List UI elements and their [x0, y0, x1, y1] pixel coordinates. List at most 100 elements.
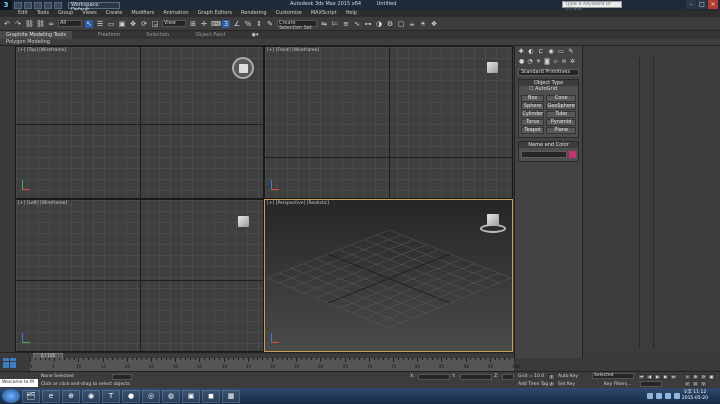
geometry-icon[interactable]: ● — [519, 58, 524, 65]
maximize-button[interactable]: □ — [697, 0, 707, 9]
viewcube-top-icon[interactable] — [232, 57, 254, 79]
taskbar-app-icon[interactable]: ▣ — [182, 389, 200, 403]
workspace-dropdown[interactable]: Workspace: Default — [68, 1, 120, 12]
move-icon[interactable]: ✥ — [129, 20, 137, 28]
schematic-view-icon[interactable]: ⊶ — [364, 20, 372, 28]
tab-freeform[interactable]: Freeform — [92, 31, 120, 39]
menu-maxscript[interactable]: MAXScript — [311, 10, 337, 17]
menu-rendering[interactable]: Rendering — [241, 10, 267, 17]
minimize-button[interactable]: – — [686, 0, 696, 9]
select-manipulate-icon[interactable]: ✛ — [200, 20, 208, 28]
maximize-viewport-icon[interactable]: ▣ — [708, 374, 715, 380]
menu-customize[interactable]: Customize — [276, 10, 302, 17]
previous-frame-icon[interactable]: ◀ — [646, 374, 653, 380]
taskbar-app-icon[interactable]: ⊕ — [62, 389, 80, 403]
taskbar-app-icon[interactable]: ● — [122, 389, 140, 403]
goto-end-icon[interactable]: ⏭ — [670, 374, 677, 380]
undo-icon[interactable]: ↶ — [3, 20, 11, 28]
percent-snap-icon[interactable]: % — [244, 20, 252, 28]
walk-through-icon[interactable]: ⚲ — [700, 381, 707, 387]
tab-graphite-modeling-tools[interactable]: Graphite Modeling Tools — [0, 31, 73, 39]
start-button[interactable] — [2, 389, 20, 403]
hierarchy-tab-icon[interactable]: ⊏ — [537, 48, 545, 55]
create-tab-icon[interactable]: ✚ — [517, 48, 525, 55]
shapes-icon[interactable]: ◔ — [527, 58, 532, 65]
new-file-icon[interactable] — [14, 1, 22, 9]
close-button[interactable]: ✕ — [708, 0, 718, 9]
taskbar-app-icon[interactable]: ◉ — [82, 389, 100, 403]
viewport-front[interactable]: [+] [Front] [Wireframe] — [264, 46, 513, 199]
curve-editor-icon[interactable]: ∿ — [353, 20, 361, 28]
add-time-tag-button[interactable]: Add Time Tag — [518, 382, 548, 387]
menu-modifiers[interactable]: Modifiers — [131, 10, 154, 17]
select-object-icon[interactable]: ↖ — [85, 19, 93, 28]
viewport-label-front[interactable]: [+] [Front] [Wireframe] — [267, 48, 319, 53]
viewport-label-top[interactable]: [+] [Top] [Wireframe] — [18, 48, 66, 53]
named-selection-sets-dropdown[interactable]: Create Selection Set — [277, 20, 317, 31]
align-icon[interactable]: ⊨ — [331, 20, 339, 28]
save-file-icon[interactable] — [34, 1, 42, 9]
tab-selection[interactable]: Selection — [140, 31, 169, 39]
ribbon-panel-label[interactable]: Polygon Modeling — [0, 39, 720, 46]
torus-button[interactable]: Torus — [521, 119, 545, 126]
tray-icon[interactable] — [665, 393, 671, 399]
autogrid-checkbox[interactable]: ☐ AutoGrid — [519, 86, 578, 93]
taskbar-app-icon[interactable]: ◎ — [142, 389, 160, 403]
teapot-button[interactable]: Teapot — [521, 127, 545, 134]
display-tab-icon[interactable]: ▭ — [557, 48, 565, 55]
geosphere-button[interactable]: GeoSphere — [546, 103, 576, 110]
cone-button[interactable]: Cone — [546, 95, 576, 102]
menu-views[interactable]: Views — [82, 10, 96, 17]
rect-select-region-icon[interactable]: ▭ — [107, 20, 115, 28]
search-input[interactable]: Type a keyword or phrase — [562, 1, 622, 12]
taskbar-app-icon[interactable]: T — [102, 389, 120, 403]
next-frame-icon[interactable]: ▶ — [662, 374, 669, 380]
viewport-top[interactable]: [+] [Top] [Wireframe] — [15, 46, 264, 199]
menu-animation[interactable]: Animation — [163, 10, 189, 17]
tab-object-paint[interactable]: Object Paint — [189, 31, 225, 39]
lock-selection-field[interactable] — [112, 374, 132, 380]
redo-icon[interactable]: ↷ — [14, 20, 22, 28]
material-editor-icon[interactable]: ◑ — [375, 20, 383, 28]
bind-space-warp-icon[interactable]: ≈ — [47, 20, 55, 28]
mirror-icon[interactable]: ⇋ — [320, 20, 328, 28]
object-color-swatch[interactable] — [569, 151, 576, 158]
menu-help[interactable]: Help — [346, 10, 357, 17]
angle-snap-icon[interactable]: ∠ — [233, 20, 241, 28]
space-warps-icon[interactable]: ≋ — [561, 58, 566, 65]
viewcube-left-icon[interactable] — [238, 216, 249, 227]
edit-named-selection-icon[interactable]: ✎ — [266, 20, 274, 28]
rendered-frame-window-icon[interactable]: ▢ — [397, 20, 405, 28]
zoom-icon[interactable]: ⌕ — [684, 374, 691, 380]
sphere-button[interactable]: Sphere — [521, 103, 545, 110]
box-button[interactable]: Box — [521, 95, 545, 102]
taskbar-app-icon[interactable]: 🗂 — [22, 389, 40, 403]
systems-icon[interactable]: ✲ — [570, 58, 575, 65]
z-coordinate-field[interactable] — [502, 374, 514, 380]
unlink-icon[interactable]: ⛓ — [36, 20, 45, 28]
tray-icon[interactable] — [656, 393, 662, 399]
redo-icon[interactable] — [54, 1, 62, 9]
auto-key-button[interactable]: Auto Key — [558, 374, 578, 379]
tray-icon[interactable] — [647, 393, 653, 399]
ribbon-options-icon[interactable]: ◉▾ — [246, 31, 259, 39]
snaps-toggle-icon[interactable]: 3 — [222, 19, 230, 28]
window-crossing-icon[interactable]: ▣ — [118, 20, 126, 28]
render-setup-icon[interactable]: ⚙ — [386, 20, 394, 28]
viewport-perspective[interactable]: [+] [Perspective] [Realistic] — [264, 199, 513, 352]
open-file-icon[interactable] — [24, 1, 32, 9]
key-icon[interactable]: ⚷ — [548, 374, 555, 380]
undo-icon[interactable] — [44, 1, 52, 9]
menu-tools[interactable]: Tools — [37, 10, 49, 17]
motion-tab-icon[interactable]: ◉ — [547, 48, 555, 55]
menu-edit[interactable]: Edit — [18, 10, 28, 17]
modify-tab-icon[interactable]: ◐ — [527, 48, 535, 55]
layer-explorer-icon[interactable]: ≡ — [342, 20, 350, 28]
x-coordinate-field[interactable] — [418, 374, 450, 380]
current-frame-field[interactable] — [640, 381, 662, 387]
cylinder-button[interactable]: Cylinder — [521, 111, 545, 118]
taskbar-app-icon[interactable]: e — [42, 389, 60, 403]
spinner-snap-icon[interactable]: ⇕ — [255, 20, 263, 28]
set-key-button[interactable]: Set Key — [558, 382, 575, 387]
tube-button[interactable]: Tube — [546, 111, 576, 118]
